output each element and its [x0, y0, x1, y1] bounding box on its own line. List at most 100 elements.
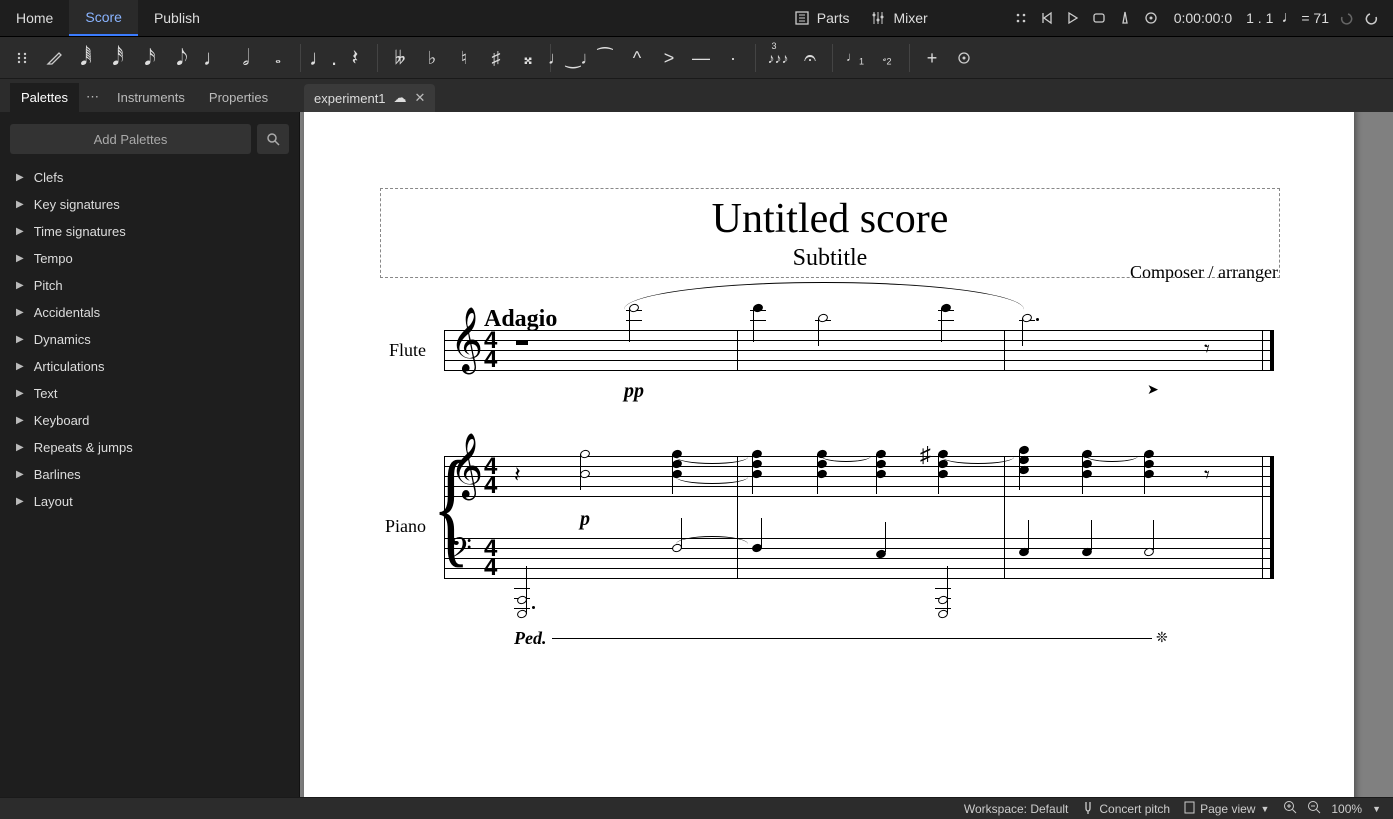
tab-score[interactable]: Score: [69, 0, 138, 36]
palette-keyboard[interactable]: ▶Keyboard: [10, 407, 289, 434]
note-whole[interactable]: 𝅝: [264, 42, 292, 74]
timesig-flute[interactable]: 44: [484, 332, 497, 369]
tuning-fork-icon: [1082, 800, 1094, 817]
palette-layout[interactable]: ▶Layout: [10, 488, 289, 515]
double-flat-tool[interactable]: 𝄫: [386, 42, 414, 74]
tuplet-tool[interactable]: 3♪♪♪: [764, 42, 792, 74]
double-sharp-tool[interactable]: 𝄪: [514, 42, 542, 74]
palette-accidentals[interactable]: ▶Accidentals: [10, 299, 289, 326]
grip-icon[interactable]: [1012, 9, 1030, 27]
settings-tool[interactable]: [950, 42, 978, 74]
workspace-status[interactable]: Workspace: Default: [964, 802, 1069, 816]
timesig-piano-b[interactable]: 44: [484, 540, 497, 577]
pencil-tool[interactable]: [40, 42, 68, 74]
side-tab-palettes[interactable]: Palettes: [10, 83, 79, 112]
pedal-mark[interactable]: Ped.: [514, 628, 546, 649]
tab-publish[interactable]: Publish: [138, 0, 216, 36]
flat-tool[interactable]: ♭: [418, 42, 446, 74]
grip-tool[interactable]: [8, 42, 36, 74]
tie-tool[interactable]: ♩‿♩: [559, 42, 587, 74]
chevron-down-icon[interactable]: ▼: [1372, 804, 1381, 814]
note-toolbar: 𝅘𝅥𝅱 𝅘𝅥𝅰 𝅘𝅥𝅯 𝅘𝅥𝅮 ♩ 𝅗𝅥 𝅝 ♩. 𝄽 𝄫 ♭ ♮ ♯ 𝄪 ♩‿…: [0, 37, 1393, 79]
redo-button[interactable]: [1363, 9, 1381, 27]
palette-repeats-jumps[interactable]: ▶Repeats & jumps: [10, 434, 289, 461]
settings-button[interactable]: [1142, 9, 1160, 27]
palette-clefs[interactable]: ▶Clefs: [10, 164, 289, 191]
top-tabs: Home Score Publish: [0, 0, 216, 36]
tenuto-tool[interactable]: —: [687, 42, 715, 74]
slur-tool[interactable]: ⁀: [591, 42, 619, 74]
palette-pitch[interactable]: ▶Pitch: [10, 272, 289, 299]
parts-icon: [793, 9, 811, 27]
slur[interactable]: [624, 282, 1024, 337]
score-page: Untitled score Subtitle Composer / arran…: [304, 112, 1354, 797]
side-tab-dots[interactable]: ⋯: [81, 82, 104, 112]
note-quarter[interactable]: ♩: [200, 42, 228, 74]
rest[interactable]: 𝄾: [1204, 336, 1210, 362]
undo-button[interactable]: [1337, 9, 1355, 27]
loop-button[interactable]: [1090, 9, 1108, 27]
dynamic-pp[interactable]: pp: [624, 380, 644, 403]
mixer-button[interactable]: Mixer: [863, 5, 933, 31]
tab-home[interactable]: Home: [0, 0, 69, 36]
composer-text[interactable]: Composer / arranger: [1130, 262, 1278, 283]
treble-clef-icon: 𝄞: [450, 308, 483, 373]
timesig-piano-t[interactable]: 44: [484, 458, 497, 495]
accent-tool[interactable]: >: [655, 42, 683, 74]
dot-tool[interactable]: ♩.: [309, 42, 337, 74]
palette-text[interactable]: ▶Text: [10, 380, 289, 407]
palette-key-signatures[interactable]: ▶Key signatures: [10, 191, 289, 218]
flute-staff[interactable]: 𝄞 44 𝄾: [444, 330, 1274, 370]
note-half[interactable]: 𝅗𝅥: [232, 42, 260, 74]
page-view-dropdown[interactable]: Page view ▼: [1184, 801, 1269, 817]
rest[interactable]: 𝄾: [1204, 462, 1210, 488]
piano-treble-staff[interactable]: 𝄞 44 𝄽 ♯: [444, 456, 1274, 496]
zoom-readout[interactable]: 100%: [1331, 802, 1362, 816]
zoom-in-button[interactable]: [1283, 800, 1297, 817]
doc-tab[interactable]: experiment1 ☁ ✕: [304, 84, 435, 112]
dynamic-p[interactable]: p: [580, 508, 590, 531]
palette-time-signatures[interactable]: ▶Time signatures: [10, 218, 289, 245]
add-tool[interactable]: +: [918, 42, 946, 74]
palette-dynamics[interactable]: ▶Dynamics: [10, 326, 289, 353]
voice-2[interactable]: 𝅗2: [873, 42, 901, 74]
side-tab-instruments[interactable]: Instruments: [106, 83, 196, 112]
parts-button[interactable]: Parts: [787, 5, 856, 31]
palettes-panel: Add Palettes ▶Clefs ▶Key signatures ▶Tim…: [0, 112, 300, 797]
note-8th[interactable]: 𝅘𝅥𝅮: [168, 42, 196, 74]
marcato-tool[interactable]: ^: [623, 42, 651, 74]
metronome-button[interactable]: [1116, 9, 1134, 27]
concert-pitch-toggle[interactable]: Concert pitch: [1082, 800, 1170, 817]
palette-tempo[interactable]: ▶Tempo: [10, 245, 289, 272]
staccato-tool[interactable]: ·: [719, 42, 747, 74]
score-title[interactable]: Untitled score: [712, 195, 949, 243]
search-palettes-button[interactable]: [257, 124, 289, 154]
add-palettes-button[interactable]: Add Palettes: [10, 124, 251, 154]
piano-bass-staff[interactable]: 𝄢 44: [444, 538, 1274, 578]
instrument-flute[interactable]: Flute: [354, 340, 426, 361]
mixer-icon: [869, 9, 887, 27]
note-16th[interactable]: 𝅘𝅥𝅯: [136, 42, 164, 74]
instrument-piano[interactable]: Piano: [352, 516, 426, 537]
palette-barlines[interactable]: ▶Barlines: [10, 461, 289, 488]
rewind-button[interactable]: [1038, 9, 1056, 27]
voice-1[interactable]: ♩1: [841, 42, 869, 74]
rest[interactable]: 𝄽: [514, 462, 521, 488]
bass-clef-icon: 𝄢: [450, 534, 472, 572]
rest-tool[interactable]: 𝄽: [341, 42, 369, 74]
close-tab-button[interactable]: ✕: [415, 90, 426, 106]
flip-tool[interactable]: 𝄐: [796, 42, 824, 74]
rest[interactable]: [516, 340, 528, 345]
doc-tab-label: experiment1: [314, 91, 386, 106]
zoom-out-button[interactable]: [1307, 800, 1321, 817]
side-tab-properties[interactable]: Properties: [198, 83, 279, 112]
sharp-tool[interactable]: ♯: [482, 42, 510, 74]
chevron-down-icon: ▼: [1260, 804, 1269, 814]
note-64th[interactable]: 𝅘𝅥𝅱: [72, 42, 100, 74]
play-button[interactable]: [1064, 9, 1082, 27]
score-canvas[interactable]: Untitled score Subtitle Composer / arran…: [300, 112, 1393, 797]
score-subtitle[interactable]: Subtitle: [793, 245, 868, 272]
palette-articulations[interactable]: ▶Articulations: [10, 353, 289, 380]
note-32nd[interactable]: 𝅘𝅥𝅰: [104, 42, 132, 74]
natural-tool[interactable]: ♮: [450, 42, 478, 74]
